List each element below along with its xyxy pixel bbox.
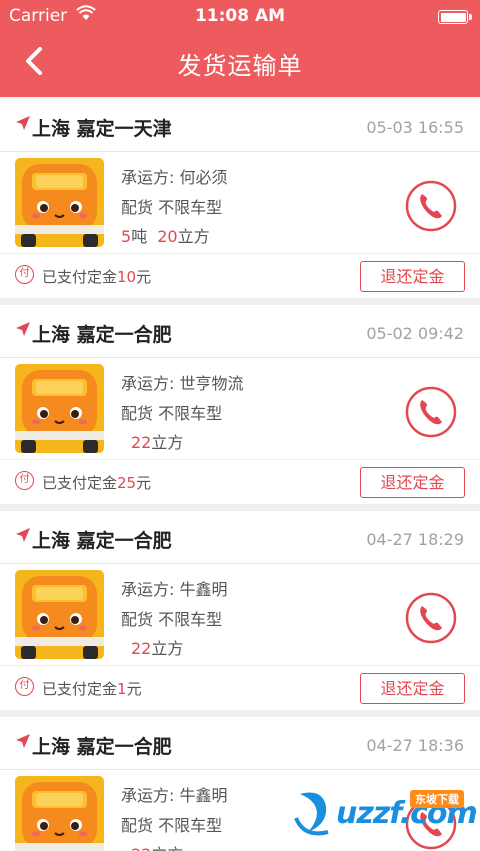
app-header: Carrier 11:08 AM 发货运输单 xyxy=(0,0,480,97)
weight-unit: 吨 xyxy=(131,227,148,246)
cargo-type: 配货 不限车型 xyxy=(121,816,223,835)
cargo-type: 配货 不限车型 xyxy=(121,610,223,629)
refund-deposit-button[interactable]: 退还定金 xyxy=(360,673,465,704)
order-card-footer: 付 已支付定金10元 退还定金 xyxy=(0,254,480,298)
route-label: 上海 嘉定一合肥 xyxy=(32,324,172,346)
order-card-header: 上海 嘉定一合肥 04-27 18:36 xyxy=(0,717,480,770)
refund-deposit-button[interactable]: 退还定金 xyxy=(360,467,465,498)
status-bar: Carrier 11:08 AM xyxy=(0,0,480,32)
battery-icon xyxy=(438,10,468,24)
truck-icon xyxy=(15,776,104,851)
refund-deposit-button[interactable]: 退还定金 xyxy=(360,261,465,292)
pay-badge-icon: 付 xyxy=(15,471,34,490)
route-label: 上海 嘉定一天津 xyxy=(32,118,172,140)
phone-call-icon[interactable] xyxy=(405,592,457,644)
volume-value: 22 xyxy=(131,845,151,851)
navigation-arrow-icon xyxy=(16,528,30,542)
phone-call-icon[interactable] xyxy=(405,386,457,438)
deposit-amount: 10 xyxy=(117,268,137,286)
order-date: 04-27 18:36 xyxy=(366,736,464,755)
deposit-unit: 元 xyxy=(136,474,152,492)
order-card[interactable]: 上海 嘉定一天津 05-03 16:55 承运方: 何必须 配货 不限车型 5吨… xyxy=(0,99,480,298)
route-label: 上海 嘉定一合肥 xyxy=(32,530,172,552)
order-card-header: 上海 嘉定一天津 05-03 16:55 xyxy=(0,99,480,152)
carrier-name: 承运方: 牛鑫明 xyxy=(121,786,228,805)
truck-icon xyxy=(15,570,104,659)
order-card-footer: 付 已支付定金25元 退还定金 xyxy=(0,460,480,504)
pay-badge-icon: 付 xyxy=(15,677,34,696)
cargo-type: 配货 不限车型 xyxy=(121,198,223,217)
order-card-body: 承运方: 何必须 配货 不限车型 5吨 20立方 xyxy=(0,152,480,254)
navigation-arrow-icon xyxy=(16,116,30,130)
watermark-swirl-icon xyxy=(294,792,329,836)
weight-value: 5 xyxy=(121,227,132,246)
volume-unit: 立方 xyxy=(151,845,183,851)
watermark-logo: uzzf.com 东坡下载 xyxy=(292,786,478,844)
order-card-header: 上海 嘉定一合肥 04-27 18:29 xyxy=(0,511,480,564)
cargo-quantity: 22立方 xyxy=(121,635,183,659)
phone-call-icon[interactable] xyxy=(405,180,457,232)
truck-icon xyxy=(15,158,104,247)
volume-unit: 立方 xyxy=(177,227,210,246)
deposit-unit: 元 xyxy=(126,680,142,698)
cargo-quantity: 22立方 xyxy=(121,841,183,851)
order-card-body: 承运方: 牛鑫明 配货 不限车型 22立方 xyxy=(0,564,480,666)
pay-badge-icon: 付 xyxy=(15,265,34,284)
order-date: 05-02 09:42 xyxy=(366,324,464,343)
cargo-type: 配货 不限车型 xyxy=(121,404,223,423)
deposit-status: 已支付定金10元 xyxy=(42,266,151,287)
order-card-header: 上海 嘉定一合肥 05-02 09:42 xyxy=(0,305,480,358)
deposit-amount: 1 xyxy=(117,680,127,698)
volume-unit: 立方 xyxy=(151,433,184,452)
order-card-body: 承运方: 世亨物流 配货 不限车型 22立方 xyxy=(0,358,480,460)
carrier-name: 承运方: 牛鑫明 xyxy=(121,580,228,599)
volume-value: 22 xyxy=(131,433,152,452)
order-card[interactable]: 上海 嘉定一合肥 04-27 18:29 承运方: 牛鑫明 配货 不限车型 22… xyxy=(0,511,480,710)
carrier-name: 承运方: 何必须 xyxy=(121,168,228,187)
deposit-amount: 25 xyxy=(117,474,137,492)
clock: 11:08 AM xyxy=(194,6,286,26)
deposit-status: 已支付定金25元 xyxy=(42,472,151,493)
navigation-arrow-icon xyxy=(16,734,30,748)
cargo-quantity: 5吨 20立方 xyxy=(121,223,210,247)
order-card-footer: 付 已支付定金1元 退还定金 xyxy=(0,666,480,710)
navigation-arrow-icon xyxy=(16,322,30,336)
deposit-label: 已支付定金 xyxy=(42,268,118,286)
battery-tip xyxy=(469,14,472,20)
truck-icon xyxy=(15,364,104,453)
order-card[interactable]: 上海 嘉定一合肥 05-02 09:42 承运方: 世亨物流 配货 不限车型 2… xyxy=(0,305,480,504)
route-label: 上海 嘉定一合肥 xyxy=(32,736,172,758)
order-date: 04-27 18:29 xyxy=(366,530,464,549)
deposit-unit: 元 xyxy=(136,268,152,286)
order-list: 上海 嘉定一天津 05-03 16:55 承运方: 何必须 配货 不限车型 5吨… xyxy=(0,99,480,851)
volume-value: 22 xyxy=(131,639,152,658)
deposit-label: 已支付定金 xyxy=(42,474,118,492)
order-date: 05-03 16:55 xyxy=(366,118,464,137)
volume-value: 20 xyxy=(157,227,178,246)
deposit-label: 已支付定金 xyxy=(42,680,118,698)
deposit-status: 已支付定金1元 xyxy=(42,678,142,699)
page-title: 发货运输单 xyxy=(177,52,303,80)
watermark-badge: 东坡下载 xyxy=(410,790,464,808)
carrier-name: 承运方: 世亨物流 xyxy=(121,374,244,393)
cargo-quantity: 22立方 xyxy=(121,429,183,453)
volume-unit: 立方 xyxy=(151,639,184,658)
